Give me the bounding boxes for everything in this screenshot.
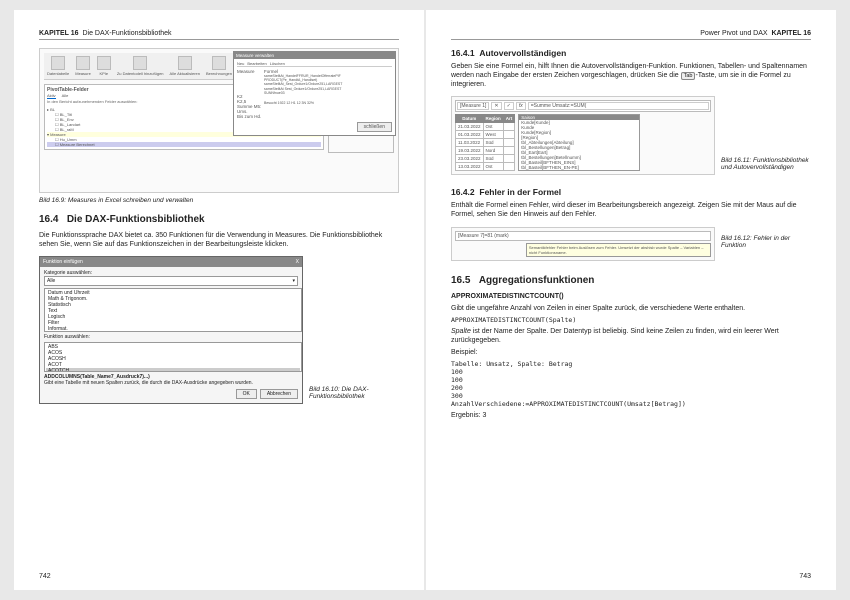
chapter-title: Die DAX-Funktionsbibliothek [82,30,171,37]
figure-16-11: [Measure 1] ✕ ✓ fx =Summe Umsatz:=SUM( D… [451,96,715,175]
tab-delete[interactable]: Löschen [270,61,285,66]
data-table: DatumRegionArt 21.03.2022Ost 01.03.2022W… [455,114,515,171]
close-icon[interactable]: X [296,259,299,265]
figure-16-10: Funktion einfügenX Kategorie auswählen: … [39,256,303,404]
key-tab: Tab [681,72,696,80]
chapter-label: KAPITEL 16 [771,30,811,37]
cancel-button[interactable]: Abbrechen [260,389,298,399]
category-select[interactable]: Alle▾ [44,276,298,286]
function-description: Gibt eine Tabelle mit neuen Spalten zurü… [44,380,298,386]
ribbon-datatable[interactable]: Datenlabelle [47,56,69,76]
page-number: 743 [799,573,811,580]
error-tooltip: Semantikfehler Fehler beim Auslösen zum … [526,243,711,257]
formula-bar[interactable]: =Summe Umsatz:=SUM( [528,102,709,110]
page-left: KAPITEL 16 Die DAX-Funktionsbibliothek D… [14,10,424,590]
ribbon-refresh[interactable]: Alle Aktualisieren [170,56,200,76]
ribbon-kpi[interactable]: KPIe [97,56,111,76]
chapter-title: Power Pivot und DAX [700,30,767,37]
code-syntax: APPROXIMATEDISTINCTCOUNT(Spalte) [451,316,811,324]
function-name: APPROXIMATEDISTINCTCOUNT() [451,292,811,301]
ribbon-calc[interactable]: Berechnungen [206,56,232,76]
caption-16-11: Bild 16.11: Funktionsbibliothek und Auto… [721,157,811,171]
table-row: 21.03.2022Ost [456,123,515,131]
figure-16-9: Datenlabelle Measure KPIe Zu Datentodell… [39,48,399,193]
dialog-title: Measure verwalten [234,52,395,59]
page-number: 742 [39,573,51,580]
table-row: 01.03.2022West [456,131,515,139]
cancel-icon[interactable]: ✕ [491,102,501,110]
check-icon[interactable]: ✓ [504,102,514,110]
field-item[interactable]: Measure Berechnet [60,142,95,147]
chapter-label: KAPITEL 16 [39,30,79,37]
header-right: Power Pivot und DAX KAPITEL 16 [451,30,811,40]
caption-16-10: Bild 16.10: Die DAX-Funktionsbibliothek [309,386,399,400]
close-button[interactable]: schließen [357,122,392,132]
formula-error[interactable]: [Measure 7]=81 (mark) [455,231,711,241]
ok-button[interactable]: OK [236,389,257,399]
heading-16-4-2: 16.4.2 Fehler in der Formel [451,187,811,197]
body-text: Spalte ist der Name der Spalte. Der Date… [451,327,811,345]
tab-edit[interactable]: Bearbeiten [247,61,266,66]
dialog-title: Funktion einfügen [43,259,83,265]
table-row: 23.03.2022Süd [456,155,515,163]
ribbon-measure[interactable]: Measure [75,56,91,76]
heading-16-5: 16.5 Aggregationsfunktionen [451,275,811,286]
function-list[interactable]: ABSACOSACOSHACOTACOTCH [44,342,302,372]
heading-16-4: 16.4 Die DAX-Funktionsbibliothek [39,214,399,225]
ribbon-add[interactable]: Zu Datentodell hinzufügen [117,56,164,76]
body-text: Die Funktionssprache DAX bietet ca. 350 … [39,231,399,249]
example-label: Beispiel: [451,348,811,357]
table-row: 11.03.2022Süd [456,139,515,147]
body-text: Gibt die ungefähre Anzahl von Zeilen in … [451,304,811,313]
caption-16-9: Bild 16.9: Measures in Excel schreiben u… [39,197,399,204]
figure-16-12: [Measure 7]=81 (mark) Semantikfehler Feh… [451,227,715,261]
autocomplete-list[interactable]: Saison Kunde[Kunde]KundeKunde[Region][Re… [518,114,640,171]
body-text: Geben Sie eine Formel ein, hilft Ihnen d… [451,62,811,89]
chevron-down-icon: ▾ [292,278,295,284]
caption-16-12: Bild 16.12: Fehler in der Funktion [721,235,811,249]
header-left: KAPITEL 16 Die DAX-Funktionsbibliothek [39,30,399,40]
example-code: Tabelle: Umsatz, Spalte: Betrag100100200… [451,360,811,408]
name-box[interactable]: [Measure 1] [457,102,489,110]
page-right: Power Pivot und DAX KAPITEL 16 16.4.1 Au… [426,10,836,590]
measure-dialog: Measure verwalten Neu Bearbeiten Löschen… [233,51,396,136]
table-row: 19.03.2022Nord [456,147,515,155]
category-list[interactable]: Datum und UhrzeitMath & Trigonom.Statist… [44,288,302,332]
heading-16-4-1: 16.4.1 Autovervollständigen [451,48,811,58]
table-row: 13.03.2022Ost [456,163,515,171]
fx-icon[interactable]: fx [516,102,526,110]
tab-new[interactable]: Neu [237,61,244,66]
result-text: Ergebnis: 3 [451,411,811,420]
body-text: Enthält die Formel einen Fehler, wird di… [451,201,811,219]
